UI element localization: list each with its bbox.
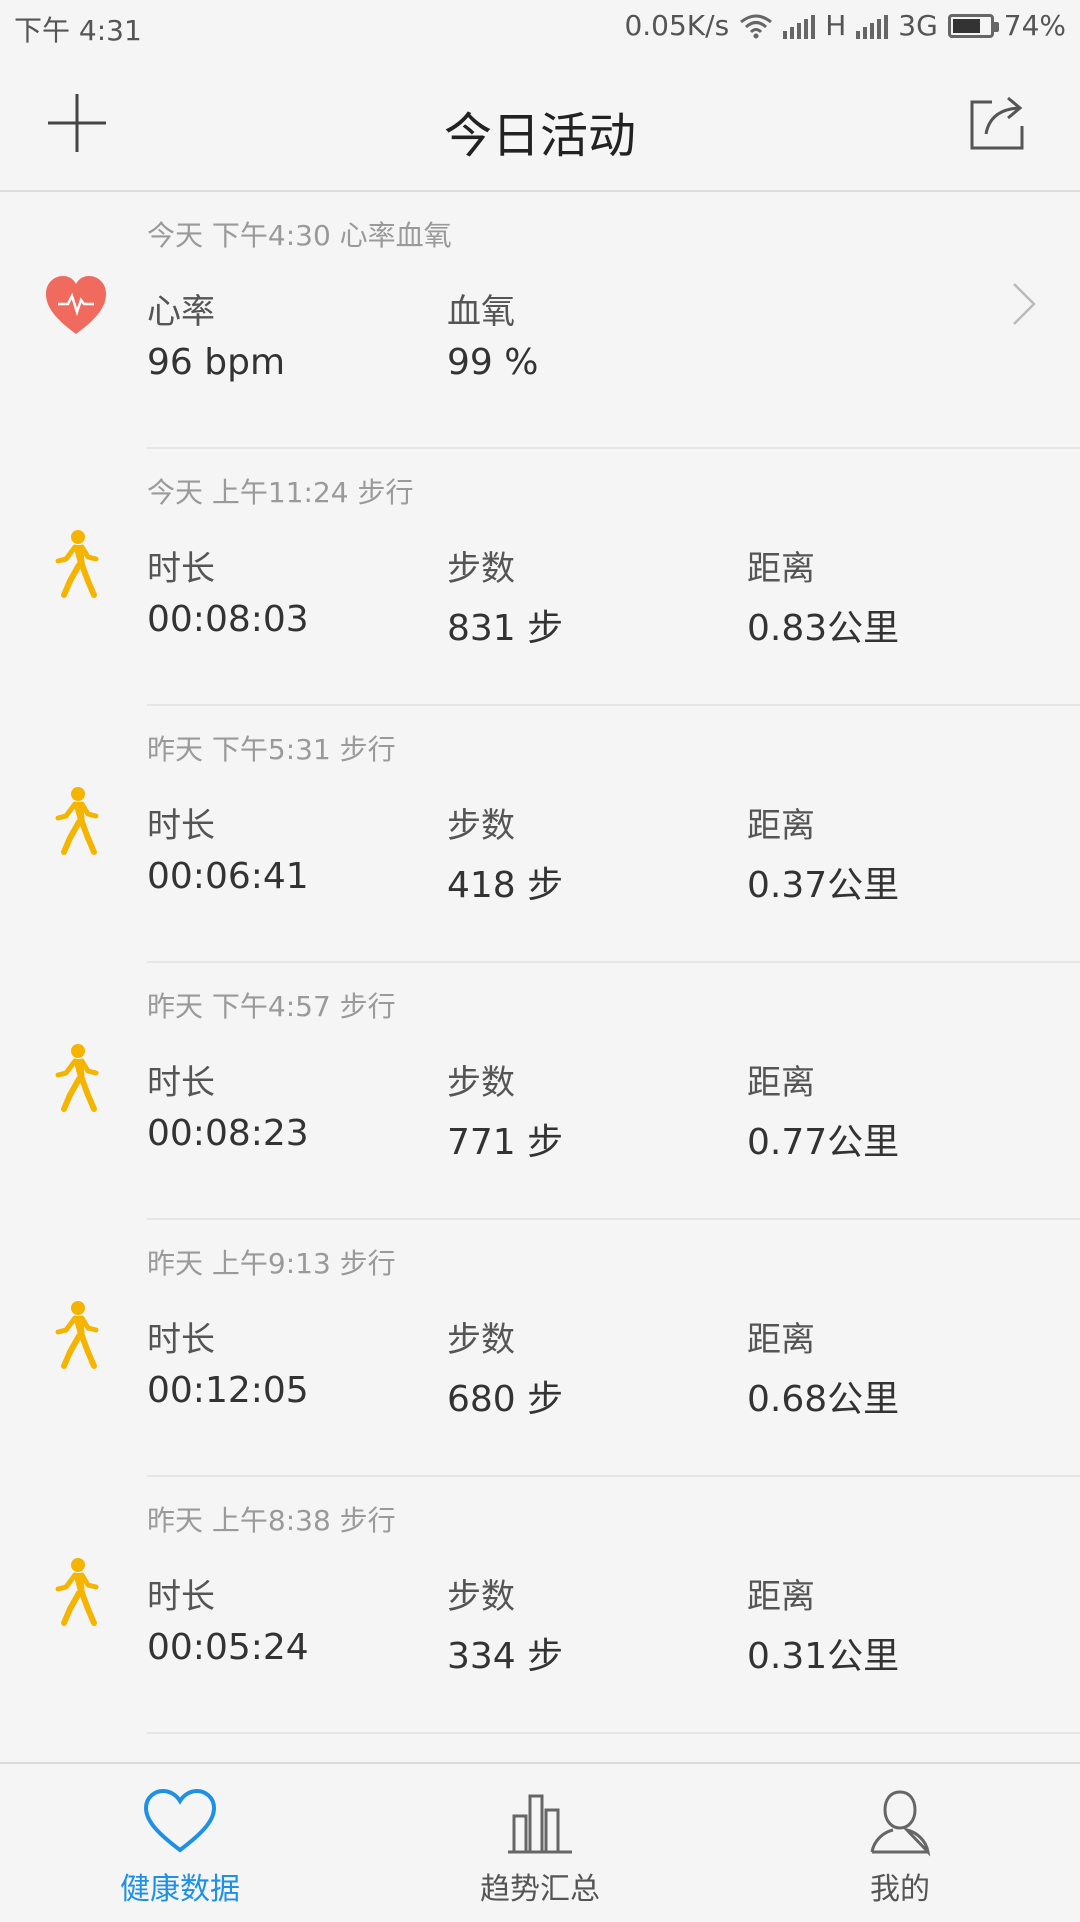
tab-health-data[interactable]: 健康数据 — [0, 1764, 360, 1922]
metric-value: 00:12:05 — [147, 1370, 309, 1411]
metric-label: 距离 — [747, 1577, 815, 1617]
network-type-2: 3G — [898, 9, 938, 42]
metric-value: 99 % — [447, 342, 539, 383]
walking-icon — [55, 1044, 99, 1112]
metric-value: 00:08:23 — [147, 1113, 309, 1154]
metric-label: 时长 — [147, 1320, 215, 1360]
heart-outline-icon — [143, 1788, 217, 1853]
tab-label: 健康数据 — [120, 1872, 240, 1907]
activity-time: 昨天 下午5:31 步行 — [147, 733, 396, 766]
battery-percent: 74% — [1003, 9, 1066, 42]
network-speed: 0.05K/s — [624, 9, 730, 42]
activity-item-walk[interactable]: 昨天 上午8:38 步行 时长 00:05:24 步数 334 步 距离 0.3… — [0, 1477, 1080, 1734]
user-icon — [870, 1790, 931, 1857]
metric-label: 心率 — [147, 292, 215, 332]
metric-value: 0.68公里 — [747, 1379, 900, 1420]
metric-value: 00:05:24 — [147, 1627, 309, 1668]
metric-label: 距离 — [747, 806, 815, 846]
page-title: 今日活动 — [443, 108, 636, 164]
heart-rate-icon — [46, 276, 106, 334]
chevron-right-icon — [1013, 283, 1036, 325]
status-indicators: 0.05K/s H 3G 74% — [624, 9, 1066, 42]
activity-time: 昨天 上午8:38 步行 — [147, 1504, 396, 1537]
activity-time: 今天 上午11:24 步行 — [147, 476, 414, 509]
metric-label: 时长 — [147, 1577, 215, 1617]
walking-icon — [55, 787, 99, 855]
metric-value: 0.77公里 — [747, 1122, 900, 1163]
metric-label: 时长 — [147, 806, 215, 846]
activity-time: 昨天 上午9:13 步行 — [147, 1247, 396, 1280]
activity-time: 昨天 下午4:57 步行 — [147, 990, 396, 1023]
metric-label: 时长 — [147, 1063, 215, 1103]
metric-value: 831 步 — [447, 608, 564, 649]
app-header: 今日活动 — [0, 56, 1080, 192]
metric-label: 步数 — [447, 1577, 515, 1617]
share-icon — [970, 96, 1024, 150]
metric-value: 0.31公里 — [747, 1636, 900, 1677]
metric-value: 0.37公里 — [747, 865, 900, 906]
tab-trends[interactable]: 趋势汇总 — [360, 1764, 720, 1922]
activity-item-walk[interactable]: 昨天 下午5:31 步行 时长 00:06:41 步数 418 步 距离 0.3… — [0, 706, 1080, 963]
cell-signal-icon — [783, 13, 816, 39]
metric-label: 步数 — [447, 1320, 515, 1360]
share-button[interactable] — [968, 92, 1030, 154]
battery-icon — [947, 13, 999, 38]
activity-time: 今天 下午4:30 心率血氧 — [147, 219, 452, 252]
activity-item-heart-rate[interactable]: 今天 下午4:30 心率血氧 心率 96 bpm 血氧 99 % — [0, 192, 1080, 449]
activity-list: 今天 下午4:30 心率血氧 心率 96 bpm 血氧 99 % 今天 上午11… — [0, 192, 1080, 1734]
metric-label: 步数 — [447, 549, 515, 589]
metric-value: 96 bpm — [147, 342, 286, 383]
tab-label: 我的 — [870, 1872, 930, 1907]
tab-label: 趋势汇总 — [480, 1872, 600, 1907]
metric-label: 距离 — [747, 1320, 815, 1360]
activity-item-walk[interactable]: 昨天 下午4:57 步行 时长 00:08:23 步数 771 步 距离 0.7… — [0, 963, 1080, 1220]
bottom-tab-bar: 健康数据 趋势汇总 我的 — [0, 1762, 1080, 1922]
metric-label: 步数 — [447, 1063, 515, 1103]
metric-value: 334 步 — [447, 1636, 564, 1677]
metric-label: 血氧 — [447, 292, 515, 332]
cell-signal-icon — [856, 13, 889, 39]
metric-value: 771 步 — [447, 1122, 564, 1163]
wifi-icon — [740, 14, 773, 38]
metric-value: 418 步 — [447, 865, 564, 906]
bar-chart-icon — [508, 1794, 572, 1854]
metric-label: 距离 — [747, 1063, 815, 1103]
metric-value: 0.83公里 — [747, 608, 900, 649]
metric-value: 00:06:41 — [147, 856, 309, 897]
status-time: 下午 4:31 — [14, 14, 142, 47]
activity-item-walk[interactable]: 昨天 上午9:13 步行 时长 00:12:05 步数 680 步 距离 0.6… — [0, 1220, 1080, 1477]
metric-label: 距离 — [747, 549, 815, 589]
activity-item-walk[interactable]: 今天 上午11:24 步行 时长 00:08:03 步数 831 步 距离 0.… — [0, 449, 1080, 706]
metric-value: 680 步 — [447, 1379, 564, 1420]
network-type-1: H — [825, 9, 847, 42]
tab-me[interactable]: 我的 — [720, 1764, 1080, 1922]
metric-label: 步数 — [447, 806, 515, 846]
walking-icon — [55, 1301, 99, 1369]
walking-icon — [55, 1558, 99, 1626]
status-bar: 下午 4:31 0.05K/s H 3G 74% — [0, 0, 1080, 56]
walking-icon — [55, 530, 99, 598]
metric-label: 时长 — [147, 549, 215, 589]
metric-value: 00:08:03 — [147, 599, 309, 640]
